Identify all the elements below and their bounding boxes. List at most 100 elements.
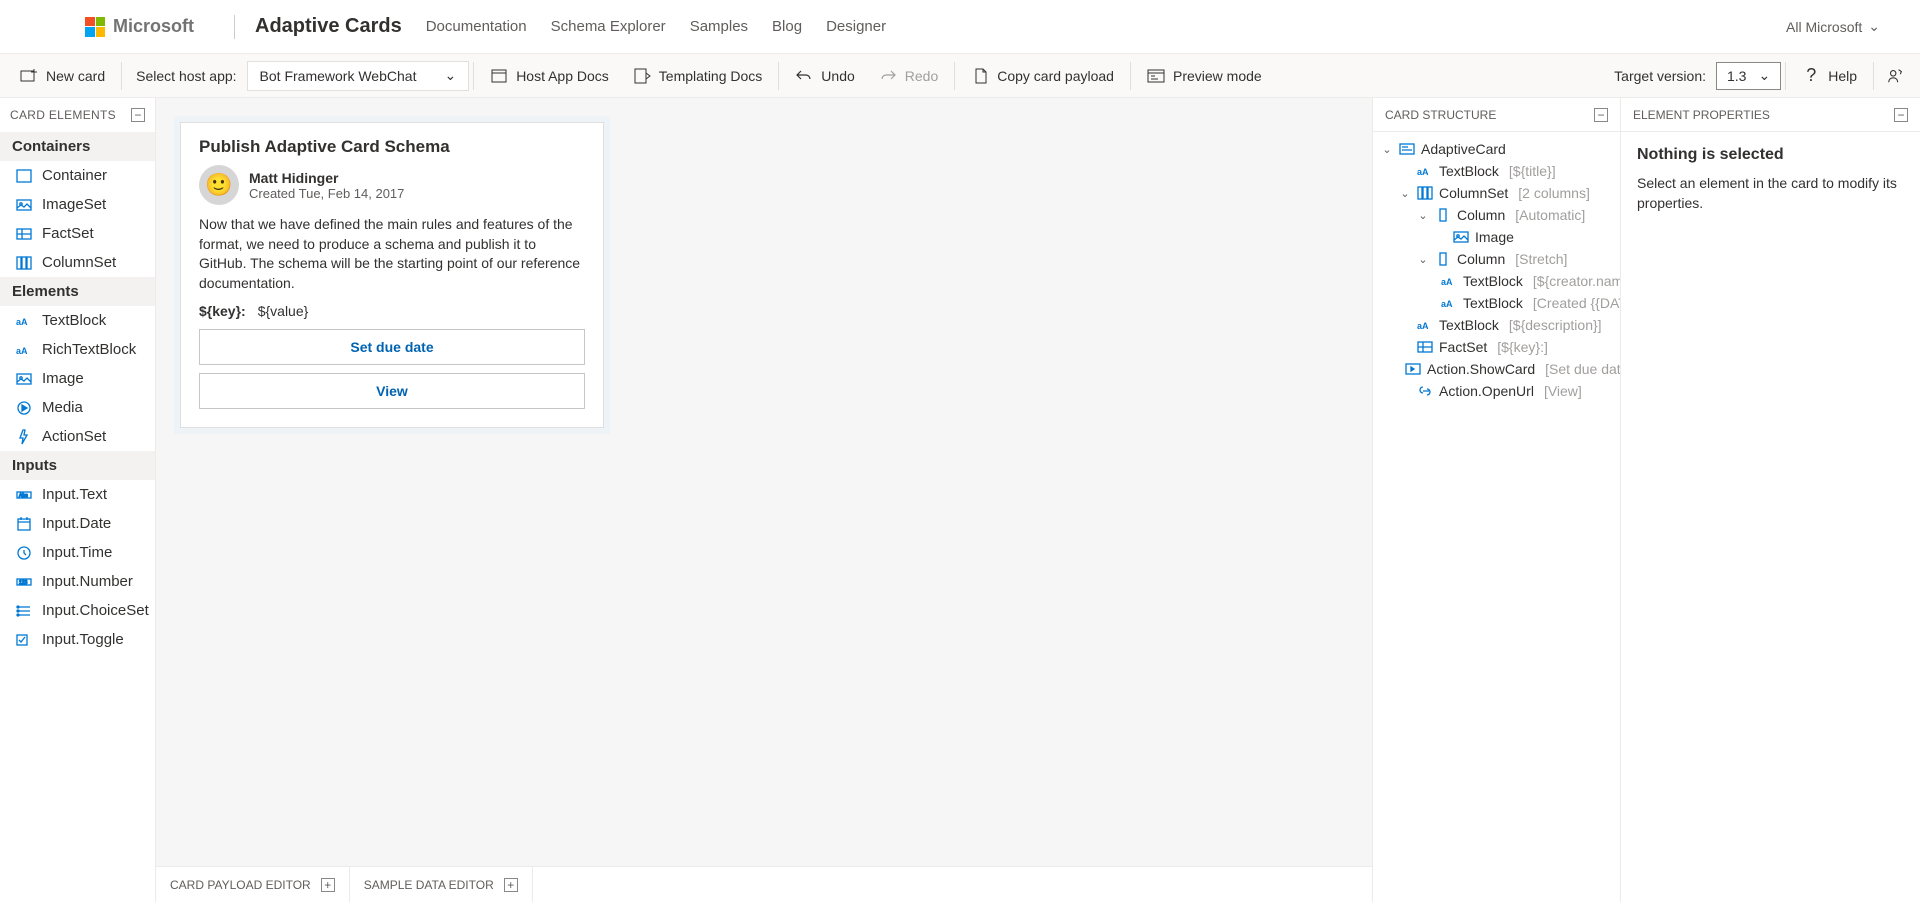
element-group-header: Containers (0, 132, 155, 161)
templating-docs-button[interactable]: Templating Docs (621, 54, 775, 97)
element-item-input-time[interactable]: Input.Time (0, 538, 155, 567)
tree-node-columnset[interactable]: ⌄ColumnSet[2 columns] (1373, 182, 1620, 204)
view-button[interactable]: View (199, 373, 585, 409)
actionset-icon (16, 429, 32, 445)
tab-card-payload-editor[interactable]: CARD PAYLOAD EDITOR + (156, 867, 350, 902)
inputchoice-icon (16, 603, 32, 619)
image-icon (16, 371, 32, 387)
collapse-icon[interactable]: − (1594, 108, 1608, 122)
feedback-button[interactable] (1878, 54, 1912, 97)
element-item-imageset[interactable]: ImageSet (0, 190, 155, 219)
nav-blog[interactable]: Blog (772, 18, 802, 35)
host-app-select[interactable]: Bot Framework WebChat ⌄ (247, 61, 470, 91)
tree-node-name: ColumnSet (1439, 185, 1508, 201)
element-item-actionset[interactable]: ActionSet (0, 422, 155, 451)
help-button[interactable]: ? Help (1790, 54, 1869, 97)
chevron-down-icon[interactable]: ⌄ (1399, 187, 1411, 200)
new-card-button[interactable]: New card (8, 54, 117, 97)
nav-documentation[interactable]: Documentation (426, 18, 527, 35)
element-item-label: Image (42, 370, 84, 387)
new-card-label: New card (46, 68, 105, 84)
avatar: 🙂 (199, 165, 239, 205)
tree-node-name: Column (1457, 251, 1505, 267)
preview-mode-button[interactable]: Preview mode (1135, 54, 1274, 97)
imageset-icon (16, 197, 32, 213)
element-item-label: Input.Number (42, 573, 133, 590)
microsoft-text: Microsoft (113, 16, 194, 37)
svg-text:aA: aA (1417, 321, 1429, 331)
separator (473, 62, 474, 90)
tree-node-textblock[interactable]: aATextBlock[${title}] (1373, 160, 1620, 182)
column-icon (1435, 251, 1451, 267)
expand-icon[interactable]: + (504, 878, 518, 892)
element-item-factset[interactable]: FactSet (0, 219, 155, 248)
element-item-label: Container (42, 167, 107, 184)
element-properties-header: ELEMENT PROPERTIES − (1621, 98, 1920, 132)
target-version-select[interactable]: 1.3 ⌄ (1716, 62, 1781, 90)
element-item-input-choiceset[interactable]: Input.ChoiceSet (0, 596, 155, 625)
element-item-columnset[interactable]: ColumnSet (0, 248, 155, 277)
tree-node-meta: [Created {{DATE(${ (1533, 295, 1620, 311)
tree-node-image[interactable]: Image (1373, 226, 1620, 248)
tree-node-textblock[interactable]: aATextBlock[${description}] (1373, 314, 1620, 336)
toolbar: New card Select host app: Bot Framework … (0, 54, 1920, 98)
tree-node-column[interactable]: ⌄Column[Automatic] (1373, 204, 1620, 226)
preview-icon (1147, 67, 1165, 85)
brand-title[interactable]: Adaptive Cards (255, 15, 402, 38)
expand-icon[interactable]: + (321, 878, 335, 892)
tree-node-column[interactable]: ⌄Column[Stretch] (1373, 248, 1620, 270)
copy-icon (971, 67, 989, 85)
element-item-input-number[interactable]: 123Input.Number (0, 567, 155, 596)
element-item-textblock[interactable]: aATextBlock (0, 306, 155, 335)
inputtext-icon: Abc (16, 487, 32, 503)
tree-node-name: AdaptiveCard (1421, 141, 1506, 157)
collapse-icon[interactable]: − (1894, 108, 1908, 122)
properties-heading: Nothing is selected (1637, 146, 1904, 164)
element-item-label: TextBlock (42, 312, 106, 329)
element-properties-panel: ELEMENT PROPERTIES − Nothing is selected… (1620, 98, 1920, 902)
help-icon: ? (1802, 67, 1820, 85)
host-app-docs-button[interactable]: Host App Docs (478, 54, 621, 97)
element-item-image[interactable]: Image (0, 364, 155, 393)
tree-node-textblock[interactable]: aATextBlock[Created {{DATE(${ (1373, 292, 1620, 314)
element-item-label: ColumnSet (42, 254, 116, 271)
nav-samples[interactable]: Samples (690, 18, 748, 35)
textblock-icon: aA (1441, 273, 1457, 289)
tree-node-action-openurl[interactable]: Action.OpenUrl[View] (1373, 380, 1620, 402)
chevron-down-icon[interactable]: ⌄ (1381, 143, 1393, 156)
preview-mode-label: Preview mode (1173, 68, 1262, 84)
element-item-input-text[interactable]: AbcInput.Text (0, 480, 155, 509)
copy-payload-button[interactable]: Copy card payload (959, 54, 1126, 97)
chevron-down-icon[interactable]: ⌄ (1417, 209, 1429, 222)
element-item-label: Input.Toggle (42, 631, 124, 648)
tab-label: CARD PAYLOAD EDITOR (170, 878, 311, 892)
fact-value: ${value} (258, 303, 309, 319)
all-microsoft-dropdown[interactable]: All Microsoft ⌄ (1786, 18, 1880, 35)
set-due-date-button[interactable]: Set due date (199, 329, 585, 365)
chevron-down-icon[interactable]: ⌄ (1417, 253, 1429, 266)
separator (778, 62, 779, 90)
nav-links: Documentation Schema Explorer Samples Bl… (426, 18, 886, 35)
collapse-icon[interactable]: − (131, 108, 145, 122)
separator (954, 62, 955, 90)
element-item-input-toggle[interactable]: Input.Toggle (0, 625, 155, 654)
svg-text:aA: aA (1441, 299, 1453, 309)
element-item-input-date[interactable]: Input.Date (0, 509, 155, 538)
element-item-media[interactable]: Media (0, 393, 155, 422)
tree-node-adaptivecard[interactable]: ⌄ AdaptiveCard (1373, 138, 1620, 160)
textblock-icon: aA (1417, 317, 1433, 333)
element-item-richtextblock[interactable]: aARichTextBlock (0, 335, 155, 364)
tree-node-action-showcard[interactable]: Action.ShowCard[Set due date (1373, 358, 1620, 380)
nav-designer[interactable]: Designer (826, 18, 886, 35)
tree-node-textblock[interactable]: aATextBlock[${creator.name}] (1373, 270, 1620, 292)
microsoft-logo[interactable]: Microsoft (85, 16, 194, 37)
nav-schema-explorer[interactable]: Schema Explorer (551, 18, 666, 35)
undo-button[interactable]: Undo (783, 54, 866, 97)
separator (121, 62, 122, 90)
tab-sample-data-editor[interactable]: SAMPLE DATA EDITOR + (350, 867, 533, 902)
element-item-container[interactable]: Container (0, 161, 155, 190)
card-description: Now that we have defined the main rules … (199, 215, 585, 293)
tree-node-factset[interactable]: FactSet[${key}:] (1373, 336, 1620, 358)
adaptive-card-preview[interactable]: Publish Adaptive Card Schema 🙂 Matt Hidi… (180, 122, 604, 428)
chevron-down-icon: ⌄ (444, 67, 456, 84)
